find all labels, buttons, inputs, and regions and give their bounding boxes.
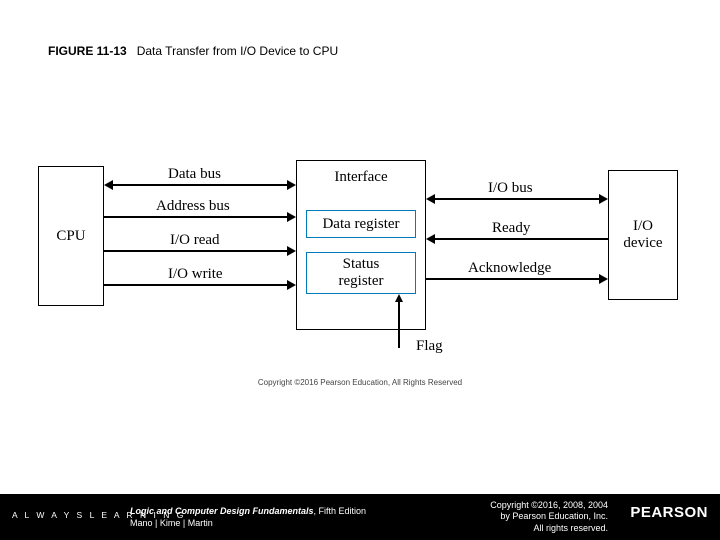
address-bus-label: Address bus [156, 198, 230, 215]
arrow-right-icon [599, 274, 608, 284]
interface-label: Interface [334, 169, 387, 186]
ack-line [426, 278, 599, 280]
io-bus-line [435, 198, 599, 200]
book-title: Logic and Computer Design Fundamentals [130, 506, 314, 516]
address-bus-line [104, 216, 287, 218]
interface-block: Interface [296, 160, 426, 330]
arrow-right-icon [287, 180, 296, 190]
io-read-line [104, 250, 287, 252]
ready-line [435, 238, 608, 240]
arrow-right-icon [287, 246, 296, 256]
data-bus-label: Data bus [168, 166, 221, 183]
inline-copyright: Copyright ©2016 Pearson Education, All R… [0, 378, 720, 387]
data-bus-line [113, 184, 287, 186]
ready-label: Ready [492, 220, 530, 237]
arrow-left-icon [104, 180, 113, 190]
book-authors: Mano | Kime | Martin [130, 518, 213, 528]
flag-label: Flag [416, 338, 443, 355]
io-read-label: I/O read [170, 232, 220, 249]
ack-label: Acknowledge [468, 260, 551, 277]
book-edition: , Fifth Edition [314, 506, 367, 516]
status-register-block: Status register [306, 252, 416, 294]
arrow-right-icon [599, 194, 608, 204]
figure-number: FIGURE 11-13 [48, 44, 127, 58]
arrow-right-icon [287, 280, 296, 290]
footer: A L W A Y S L E A R N I N G Logic and Co… [0, 494, 720, 540]
io-write-line [104, 284, 287, 286]
book-info: Logic and Computer Design Fundamentals, … [130, 506, 366, 529]
copyright-footer: Copyright ©2016, 2008, 2004 by Pearson E… [490, 500, 608, 534]
io-device-block: I/O device [608, 170, 678, 300]
diagram: CPU Interface Data register Status regis… [38, 160, 682, 360]
status-register-label: Status register [339, 256, 384, 290]
io-bus-label: I/O bus [488, 180, 533, 197]
figure-title: Data Transfer from I/O Device to CPU [137, 44, 338, 58]
arrow-up-icon [395, 294, 403, 302]
data-register-block: Data register [306, 210, 416, 238]
cpu-block: CPU [38, 166, 104, 306]
io-device-label: I/O device [623, 218, 662, 252]
cpu-label: CPU [56, 228, 85, 245]
arrow-right-icon [287, 212, 296, 222]
figure-caption: FIGURE 11-13 Data Transfer from I/O Devi… [48, 44, 338, 58]
data-register-label: Data register [322, 216, 399, 233]
pearson-logo: PEARSON [630, 504, 708, 521]
flag-line [398, 302, 400, 348]
io-write-label: I/O write [168, 266, 223, 283]
arrow-left-icon [426, 234, 435, 244]
arrow-left-icon [426, 194, 435, 204]
